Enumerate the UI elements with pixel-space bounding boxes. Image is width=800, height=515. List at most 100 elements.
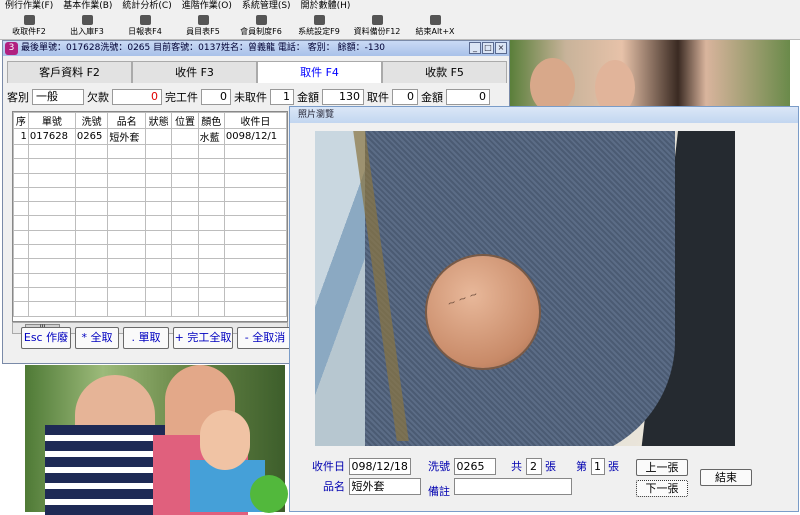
table-row[interactable]: [13, 143, 287, 160]
toolbar-button-inout[interactable]: 出入庫F3: [58, 13, 116, 39]
member-icon: [255, 15, 267, 25]
tab-customer[interactable]: 客戶資料 F2: [7, 61, 132, 83]
cell: [223, 244, 287, 260]
column-header[interactable]: 品名: [107, 112, 147, 129]
unpicked-count-field[interactable]: 1: [270, 89, 294, 105]
menu-item[interactable]: 統計分析(C): [117, 0, 176, 13]
column-header[interactable]: 狀態: [145, 112, 173, 129]
cell: [171, 215, 199, 231]
next-button[interactable]: 下一張: [636, 480, 688, 497]
receive-date-field[interactable]: 098/12/18: [348, 458, 411, 475]
cell: [223, 258, 287, 274]
toolbar-button-member[interactable]: 會員制度F6: [232, 13, 290, 39]
tab-receive[interactable]: 收件 F3: [132, 61, 257, 83]
toolbar-button-exit[interactable]: 結束Alt+X: [406, 13, 464, 39]
menu-item[interactable]: 基本作業(B): [58, 0, 117, 13]
table-row[interactable]: [13, 286, 287, 303]
table-row[interactable]: [13, 244, 287, 260]
pickup-count-field[interactable]: 0: [392, 89, 418, 105]
cell: [27, 172, 76, 188]
cell: [27, 143, 76, 160]
toolbar-label: 日報表F4: [128, 27, 162, 36]
cell: [171, 143, 199, 160]
cell: [107, 301, 147, 317]
tab-payment[interactable]: 收款 F5: [382, 61, 507, 83]
amount-field[interactable]: 130: [322, 89, 364, 105]
column-header[interactable]: 洗號: [74, 112, 109, 129]
cell: [145, 201, 173, 217]
column-header[interactable]: 顏色: [197, 112, 225, 129]
cell: [74, 258, 109, 274]
cell: [223, 186, 287, 203]
cell: [107, 215, 147, 231]
cell: [13, 301, 29, 317]
cell: [74, 215, 109, 231]
cell: [27, 301, 76, 317]
cell: [197, 158, 225, 174]
cell: [74, 158, 109, 174]
pick-completed-button[interactable]: + 完工全取: [173, 327, 233, 349]
menu-item[interactable]: 例行作業(F): [0, 0, 58, 13]
cell: [223, 272, 287, 288]
table-row[interactable]: [13, 158, 287, 174]
table-row[interactable]: [13, 172, 287, 188]
cell: [27, 258, 76, 274]
customer-type-field[interactable]: 一般: [32, 89, 84, 105]
column-header[interactable]: 位置: [171, 112, 199, 129]
table-row[interactable]: [13, 272, 287, 288]
debt-field[interactable]: 0: [112, 89, 162, 105]
cell: [27, 286, 76, 303]
void-button[interactable]: Esc 作廢: [21, 327, 71, 349]
label: 張: [545, 460, 556, 473]
table-row[interactable]: [13, 201, 287, 217]
table-row[interactable]: [13, 258, 287, 274]
toolbar-button-receive[interactable]: 收取件F2: [0, 13, 58, 39]
label: 共: [511, 460, 522, 473]
cell: [197, 172, 225, 188]
table-row[interactable]: [13, 215, 287, 231]
remark-field[interactable]: [453, 478, 572, 495]
cell: [13, 158, 29, 174]
items-grid[interactable]: 序 單號 洗號 品名 狀態 位置 顏色 收件日 1 017628 0265 短外…: [12, 111, 288, 322]
pickup-amount-field[interactable]: 0: [446, 89, 490, 105]
cell: [27, 229, 76, 246]
maximize-icon[interactable]: □: [482, 42, 494, 54]
cell: [13, 258, 29, 274]
menu-item[interactable]: 開於數體(H): [296, 0, 356, 13]
toolbar-button-backup[interactable]: 資料備份F12: [348, 13, 406, 39]
completed-count-field[interactable]: 0: [201, 89, 231, 105]
close-icon[interactable]: ×: [495, 42, 507, 54]
table-row[interactable]: [13, 301, 287, 317]
toolbar-button-staff[interactable]: 員目表F5: [174, 13, 232, 39]
menu-item[interactable]: 進階作業(O): [177, 0, 237, 13]
pick-single-button[interactable]: . 單取: [123, 327, 169, 349]
cell: [197, 143, 225, 160]
table-row[interactable]: [13, 186, 287, 203]
item-name-field[interactable]: 短外套: [348, 478, 421, 495]
column-header[interactable]: 收件日: [223, 112, 287, 129]
cell: [13, 244, 29, 260]
minimize-icon[interactable]: _: [469, 42, 481, 54]
tab-pickup[interactable]: 取件 F4: [257, 61, 382, 83]
cell: [27, 244, 76, 260]
prev-button[interactable]: 上一張: [636, 459, 688, 476]
current-row: 第 1 張: [576, 458, 619, 475]
cell: [74, 186, 109, 203]
table-row[interactable]: 1 017628 0265 短外套 水藍 0098/12/1: [13, 128, 287, 145]
cell: [13, 172, 29, 188]
cell: [223, 229, 287, 246]
table-row[interactable]: [13, 229, 287, 246]
action-buttons: Esc 作廢 * 全取 . 單取 + 完工全取 - 全取消: [21, 327, 293, 349]
close-button[interactable]: 結束: [700, 469, 752, 486]
toolbar-button-settings[interactable]: 系統設定F9: [290, 13, 348, 39]
cancel-all-button[interactable]: - 全取消: [237, 327, 293, 349]
toolbar-label: 員目表F5: [186, 27, 220, 36]
toolbar-button-daily[interactable]: 日報表F4: [116, 13, 174, 39]
wash-number-field[interactable]: 0265: [453, 458, 496, 475]
column-header[interactable]: 單號: [27, 112, 76, 129]
cell: 水藍: [197, 128, 225, 145]
cell: 0265: [74, 128, 109, 145]
menu-item[interactable]: 系統管理(S): [237, 0, 296, 13]
column-header[interactable]: 序: [13, 112, 29, 129]
pick-all-button[interactable]: * 全取: [75, 327, 119, 349]
